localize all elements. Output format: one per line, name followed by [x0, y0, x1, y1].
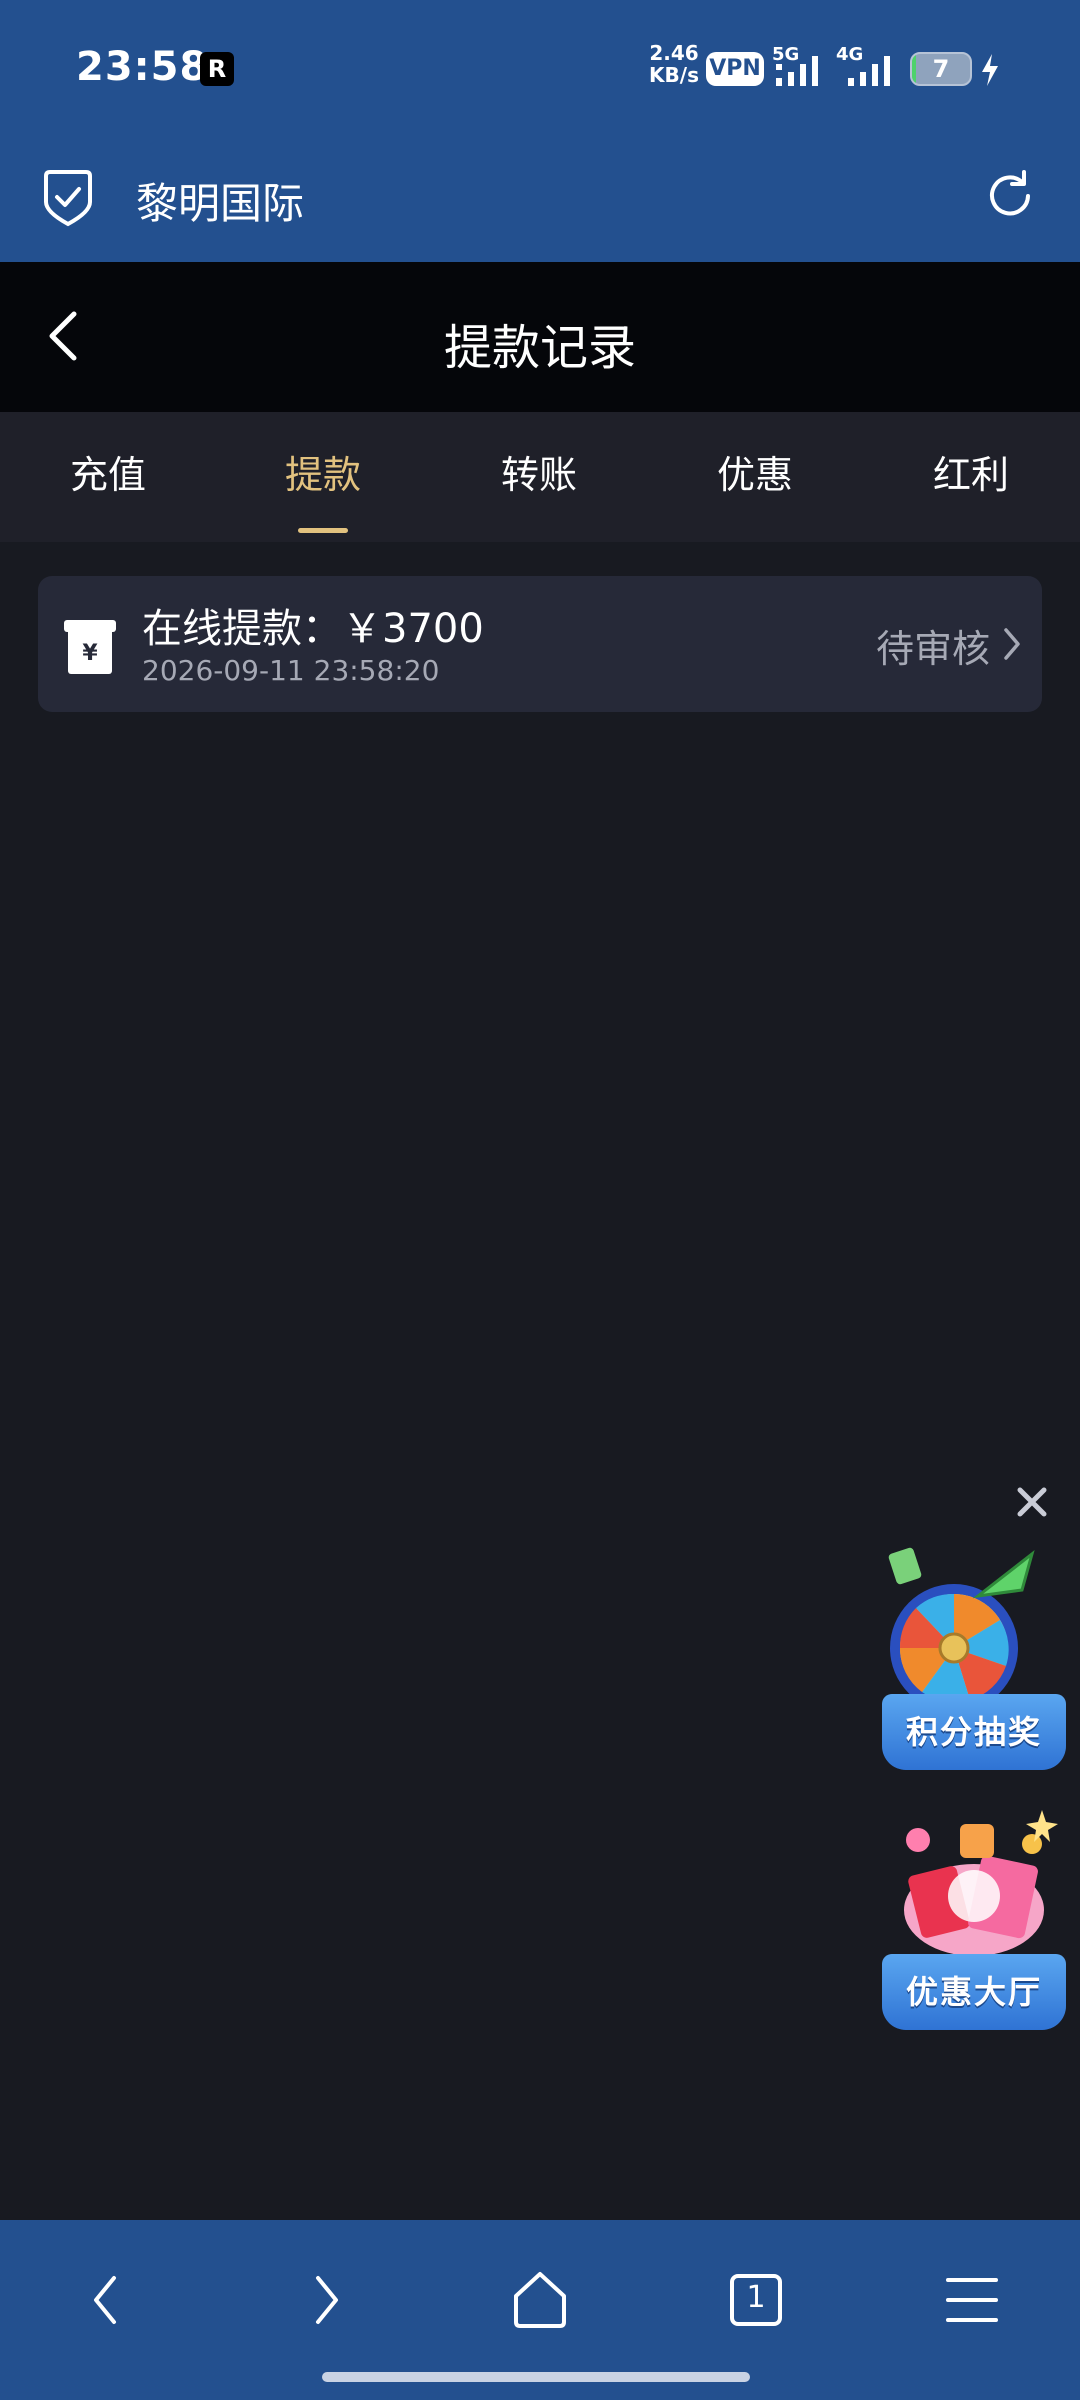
signal-4g-icon	[848, 56, 890, 86]
chevron-right-icon	[1004, 628, 1020, 660]
prize-wheel-icon	[888, 1547, 1035, 1710]
notification-app-icon: R	[200, 52, 234, 86]
network-speed-value: 2.46	[649, 41, 699, 65]
svg-text:¥: ¥	[82, 641, 98, 666]
close-float-icon[interactable]	[1012, 1482, 1052, 1522]
tab-recharge[interactable]: 充值	[28, 444, 188, 499]
gift-box-icon	[904, 1810, 1058, 1956]
tab-withdraw[interactable]: 提款	[243, 444, 403, 499]
network-speed: 2.46 KB/s	[646, 42, 702, 86]
site-title: 黎明国际	[136, 179, 305, 228]
status-time: 23:58	[76, 44, 209, 90]
active-tab-indicator	[298, 528, 348, 533]
home-indicator[interactable]	[322, 2372, 750, 2382]
network-speed-unit: KB/s	[649, 63, 699, 87]
tab-count: 1	[746, 2280, 766, 2315]
battery-level: 7	[932, 55, 950, 83]
browser-tabs-button[interactable]: 1	[716, 2260, 796, 2340]
page-title: 提款记录	[443, 320, 636, 376]
record-title: 在线提款：￥3700	[142, 606, 484, 652]
status-bar: 23:58 R 2.46 KB/s VPN 5G 4G 7	[0, 0, 1080, 134]
browser-back-icon[interactable]	[68, 2260, 148, 2340]
tab-transfer[interactable]: 转账	[459, 444, 619, 499]
menu-icon[interactable]	[932, 2260, 1012, 2340]
tab-promotion[interactable]: 优惠	[675, 444, 835, 499]
withdraw-receipt-icon: ¥	[64, 620, 116, 674]
points-lottery-widget[interactable]: 积分抽奖	[882, 1540, 1066, 1770]
record-tabs: 充值 提款 转账 优惠 红利	[0, 412, 1080, 542]
browser-toolbar: 黎明国际	[0, 134, 1080, 262]
promo-hall-widget[interactable]: 优惠大厅	[882, 1800, 1066, 2030]
shield-check-icon[interactable]	[40, 168, 96, 228]
vpn-badge: VPN	[706, 52, 764, 86]
browser-home-icon[interactable]	[500, 2260, 580, 2340]
page-header: 提款记录	[0, 262, 1080, 412]
tab-bonus[interactable]: 红利	[891, 444, 1051, 499]
record-status: 待审核	[876, 627, 991, 671]
refresh-icon[interactable]	[982, 168, 1038, 224]
points-lottery-label: 积分抽奖	[882, 1694, 1066, 1770]
charging-icon	[982, 54, 998, 86]
withdraw-record-item[interactable]: ¥ 在线提款：￥3700 2026-09-11 23:58:20 待审核	[38, 576, 1042, 712]
signal-5g-icon	[776, 56, 818, 86]
record-time: 2026-09-11 23:58:20	[142, 654, 440, 687]
promo-hall-label: 优惠大厅	[882, 1954, 1066, 2030]
browser-forward-icon[interactable]	[284, 2260, 364, 2340]
battery-icon: 7	[910, 52, 972, 86]
